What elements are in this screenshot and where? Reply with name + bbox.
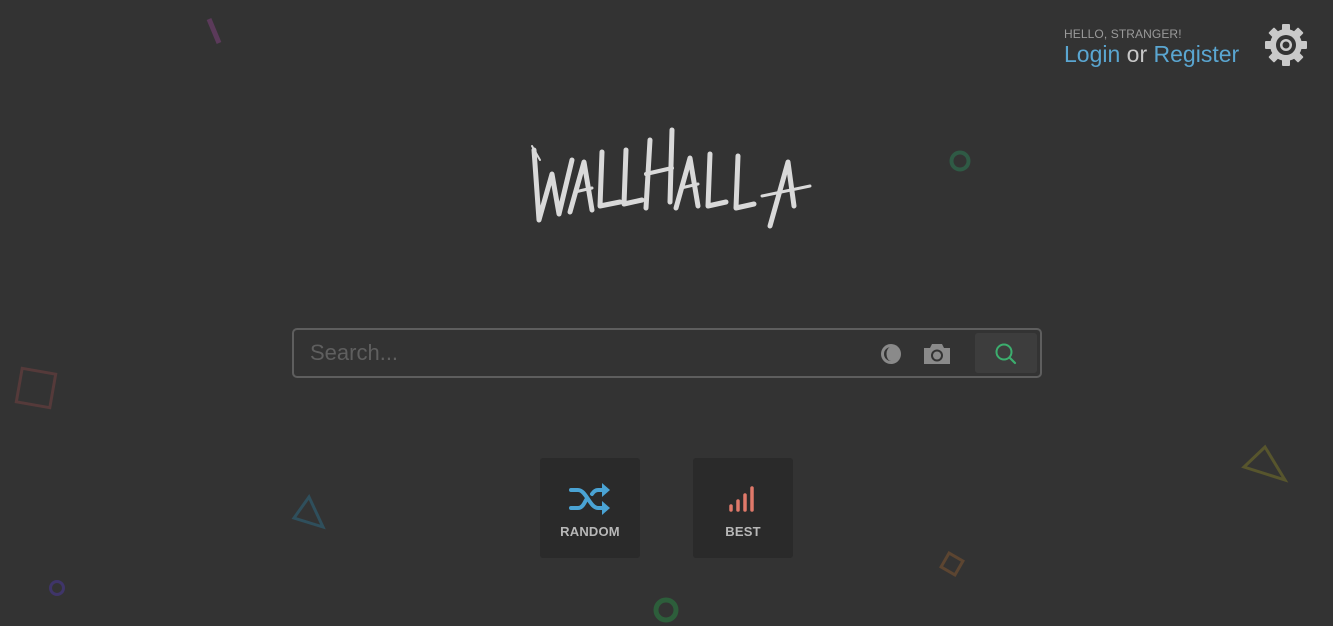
decor-ring-green-bottom: [653, 597, 679, 623]
user-area: HELLO, STRANGER! Login or Register: [1064, 27, 1244, 67]
home-page: HELLO, STRANGER! Login or Register Searc…: [0, 0, 1333, 626]
camera-icon: [924, 344, 950, 364]
decor-ring-green: [949, 150, 971, 172]
gear-icon: [1265, 24, 1307, 66]
or-text: or: [1126, 41, 1148, 67]
image-search-button[interactable]: [922, 342, 952, 366]
search-button[interactable]: [975, 333, 1037, 373]
search-icon: [995, 343, 1017, 365]
decor-diamond-brown: [939, 551, 965, 577]
register-link[interactable]: Register: [1154, 41, 1240, 67]
decor-triangle-teal: [291, 494, 326, 530]
decor-ring-purple: [49, 580, 65, 596]
wallhalla-logo[interactable]: [526, 122, 814, 232]
random-button[interactable]: RANDOM: [540, 458, 640, 558]
decor-bar-purple: [206, 18, 222, 44]
signal-bars-icon: [729, 486, 754, 512]
best-button[interactable]: BEST: [693, 458, 793, 558]
settings-button[interactable]: [1264, 23, 1308, 67]
random-label: RANDOM: [560, 524, 620, 539]
logo-wordmark: [531, 127, 812, 229]
decor-square-red: [14, 366, 58, 410]
contrast-icon: [881, 344, 901, 364]
shuffle-icon: [569, 483, 610, 515]
auth-links: Login or Register: [1064, 41, 1244, 67]
decor-triangle-olive: [1241, 444, 1289, 483]
search-input[interactable]: [294, 330, 864, 376]
color-filter-button[interactable]: [880, 343, 902, 365]
search-bar: [292, 328, 1042, 378]
login-link[interactable]: Login: [1064, 41, 1120, 67]
best-label: BEST: [725, 524, 761, 539]
greeting-text: HELLO, STRANGER!: [1064, 27, 1182, 41]
